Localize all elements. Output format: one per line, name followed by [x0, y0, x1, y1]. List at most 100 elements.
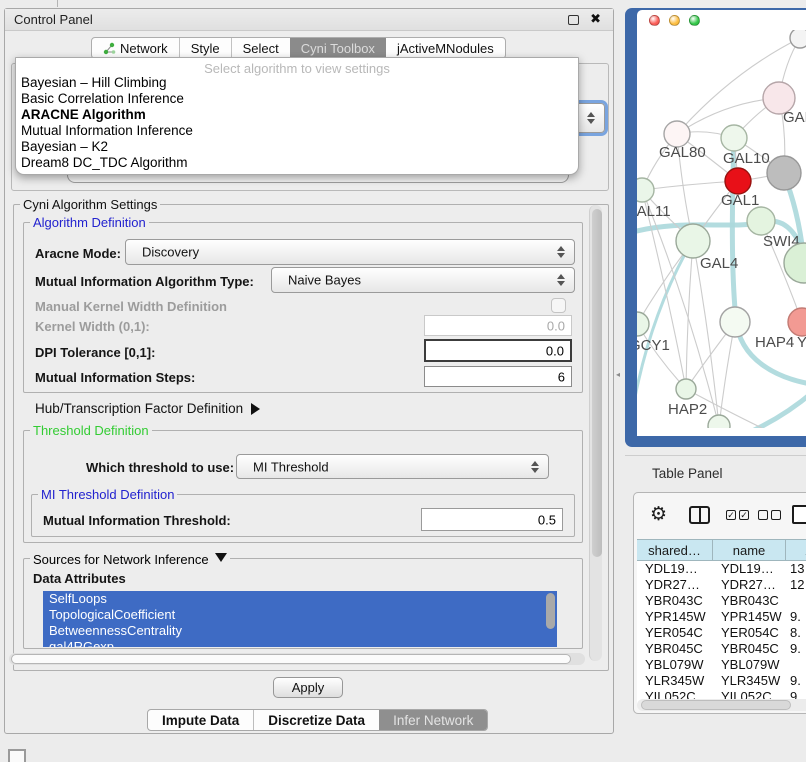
- bottom-tab-infer-network[interactable]: Infer Network: [379, 710, 487, 730]
- network-node[interactable]: [767, 156, 801, 190]
- table-cell: YBL079W: [637, 657, 713, 673]
- dropdown-option[interactable]: Bayesian – K2: [16, 139, 578, 155]
- mi-type-combobox[interactable]: Naive Bayes: [271, 267, 575, 293]
- minimized-panel-icon[interactable]: [8, 749, 26, 762]
- kernel-width-label: Kernel Width (0,1):: [35, 319, 150, 334]
- kernel-width-field[interactable]: 0.0: [424, 315, 572, 336]
- tab-cyni-toolbox[interactable]: Cyni Toolbox: [290, 38, 386, 58]
- attribute-item[interactable]: SelfLoops: [43, 591, 557, 607]
- network-node-swi4[interactable]: [747, 207, 775, 235]
- expander-right-icon: [251, 403, 266, 415]
- table-row[interactable]: YDL19…YDL19…13: [637, 561, 806, 577]
- tab-network[interactable]: Network: [92, 38, 179, 58]
- expander-down-icon[interactable]: [215, 553, 227, 568]
- table-cell: [786, 657, 806, 673]
- manual-kernel-label: Manual Kernel Width Definition: [35, 299, 227, 314]
- table-cell: YBR043C: [713, 593, 786, 609]
- sources-title-text: Sources for Network Inference: [33, 552, 209, 567]
- mi-threshold-label: Mutual Information Threshold:: [43, 513, 231, 528]
- minimize-light-icon[interactable]: [669, 15, 680, 26]
- table-row[interactable]: YLR345WYLR345W9.: [637, 673, 806, 689]
- network-node-hap4[interactable]: [720, 307, 750, 337]
- table-row[interactable]: YBR045CYBR045C9.: [637, 641, 806, 657]
- table-row[interactable]: YBL079WYBL079W: [637, 657, 806, 673]
- aracne-mode-label: Aracne Mode:: [35, 246, 121, 261]
- mi-threshold-field[interactable]: 0.5: [421, 508, 563, 531]
- clear-checks-icon[interactable]: [758, 510, 781, 520]
- table-body: YDL19…YDL19…13YDR27…YDR27…12YBR043CYBR04…: [637, 561, 806, 705]
- column-header-name[interactable]: name: [713, 540, 786, 560]
- close-light-icon[interactable]: [649, 15, 660, 26]
- which-threshold-value: MI Threshold: [253, 459, 329, 474]
- settings-horizontal-scrollbar[interactable]: [9, 653, 585, 665]
- mi-type-value: Naive Bayes: [288, 273, 361, 288]
- window-traffic-lights: [649, 15, 700, 26]
- tab-jactivemnodules[interactable]: jActiveMNodules: [386, 38, 505, 58]
- table-cell: YLR345W: [637, 673, 713, 689]
- table-panel: ⚙ ✓✓ shared…nameA YDL19…YDL19…13YDR27…YD…: [633, 492, 806, 714]
- network-node-hap2[interactable]: [676, 379, 696, 399]
- table-row[interactable]: YPR145WYPR145W9.: [637, 609, 806, 625]
- network-node-y[interactable]: [788, 308, 806, 336]
- manual-kernel-checkbox[interactable]: [551, 298, 566, 313]
- network-canvas-container: GALGAL80GAL10GAL1GAL11SWI4GAL4GCY1HAP4YH…: [637, 10, 806, 436]
- which-threshold-combobox[interactable]: MI Threshold: [236, 454, 549, 479]
- dropdown-option[interactable]: Basic Correlation Inference: [16, 91, 578, 107]
- table-cell: [786, 593, 806, 609]
- table-file-icon[interactable]: [792, 505, 806, 524]
- attribute-item[interactable]: BetweennessCentrality: [43, 623, 557, 639]
- network-node-gal10[interactable]: [721, 125, 747, 151]
- tab-style[interactable]: Style: [179, 38, 231, 58]
- bottom-tab-impute-data[interactable]: Impute Data: [148, 710, 253, 730]
- columns-icon[interactable]: [689, 506, 710, 524]
- table-row[interactable]: YDR27…YDR27…12: [637, 577, 806, 593]
- network-node-gal4[interactable]: [676, 224, 710, 258]
- attribute-item[interactable]: TopologicalCoefficient: [43, 607, 557, 623]
- table-cell: 9.: [786, 609, 806, 625]
- mi-threshold-value: 0.5: [538, 512, 556, 527]
- table-cell: 9.: [786, 673, 806, 689]
- network-node[interactable]: [790, 30, 806, 48]
- dropdown-option[interactable]: Bayesian – Hill Climbing: [16, 75, 578, 91]
- combo-arrows-icon: [531, 457, 539, 477]
- node-label: HAP4: [755, 334, 794, 351]
- table-header-row: shared…nameA: [637, 539, 806, 561]
- dropdown-option[interactable]: ARACNE Algorithm: [16, 107, 578, 123]
- network-node[interactable]: [708, 415, 730, 428]
- network-graph[interactable]: GALGAL80GAL10GAL1GAL11SWI4GAL4GCY1HAP4YH…: [637, 30, 806, 428]
- column-header-A[interactable]: A: [786, 540, 806, 560]
- float-window-icon[interactable]: [568, 15, 579, 25]
- table-panel-title: Table Panel: [652, 466, 723, 481]
- table-cell: 8.: [786, 625, 806, 641]
- gear-icon[interactable]: ⚙: [650, 503, 667, 526]
- settings-vertical-scrollbar[interactable]: [589, 205, 602, 661]
- window-title: Control Panel: [14, 12, 93, 27]
- network-node-gcy1[interactable]: [637, 312, 649, 336]
- close-icon[interactable]: ✖: [590, 11, 601, 27]
- column-header-shared…[interactable]: shared…: [637, 540, 713, 560]
- kernel-width-value: 0.0: [547, 318, 565, 333]
- data-attributes-list[interactable]: SelfLoopsTopologicalCoefficientBetweenne…: [43, 591, 557, 647]
- network-node-gal11[interactable]: [637, 178, 654, 202]
- screen: Control Panel ✖ NetworkStyleSelectCyni T…: [0, 0, 806, 762]
- table-horizontal-scrollbar[interactable]: [637, 699, 806, 711]
- table-row[interactable]: YBR043CYBR043C: [637, 593, 806, 609]
- dropdown-option[interactable]: Dream8 DC_TDC Algorithm: [16, 155, 578, 171]
- attributes-scrollbar[interactable]: [546, 593, 555, 645]
- splitter-handle[interactable]: ◂: [616, 370, 621, 380]
- apply-button[interactable]: Apply: [273, 677, 343, 698]
- bottom-tab-discretize-data[interactable]: Discretize Data: [253, 710, 379, 730]
- select-all-checks-icon[interactable]: ✓✓: [726, 510, 749, 520]
- attribute-item[interactable]: gal4RGexp: [43, 639, 557, 647]
- aracne-mode-combobox[interactable]: Discovery: [125, 239, 575, 265]
- mi-steps-field[interactable]: 6: [424, 366, 572, 387]
- table-panel-header: Table Panel: [625, 455, 806, 489]
- hub-factor-expander[interactable]: Hub/Transcription Factor Definition: [35, 401, 266, 416]
- table-cell: YLR345W: [713, 673, 786, 689]
- dropdown-option[interactable]: Mutual Information Inference: [16, 123, 578, 139]
- dpi-tolerance-field[interactable]: 0.0: [424, 339, 572, 362]
- tab-select[interactable]: Select: [231, 38, 290, 58]
- table-row[interactable]: YER054CYER054C8.: [637, 625, 806, 641]
- zoom-light-icon[interactable]: [689, 15, 700, 26]
- network-node-gal1[interactable]: [725, 168, 751, 194]
